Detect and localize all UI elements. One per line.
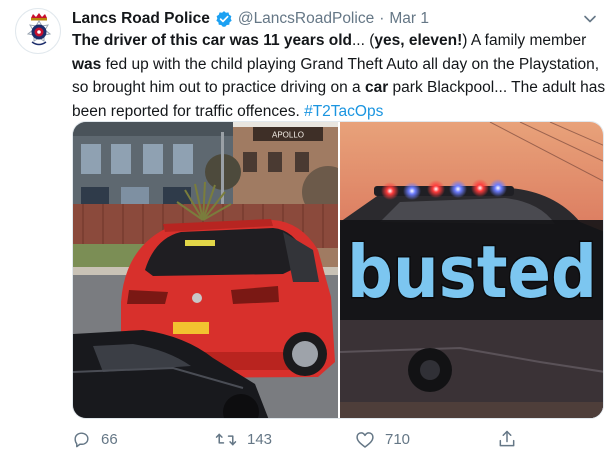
tweet-header: Lancs Road Police @LancsRoadPolice · Mar… xyxy=(72,9,429,29)
reply-count: 66 xyxy=(101,430,118,448)
avatar[interactable] xyxy=(15,8,61,54)
busted-graphic-icon: busted xyxy=(340,122,603,418)
tweet-text: The driver of this car was 11 years old.… xyxy=(72,29,607,123)
red-car-photo-icon: APOLLO xyxy=(73,122,338,418)
text-bold-intro: The driver of this car was 11 years old xyxy=(72,32,352,49)
retweet-button[interactable]: 143 xyxy=(215,428,272,450)
tweet-date[interactable]: Mar 1 xyxy=(389,9,429,29)
photo-busted[interactable]: busted xyxy=(340,122,603,418)
like-button[interactable]: 710 xyxy=(355,428,410,450)
text-after-yes: ) A family member xyxy=(462,32,587,49)
action-bar: 66 143 710 xyxy=(72,428,607,450)
busted-overlay-text: busted xyxy=(347,230,597,314)
text-bold-car: car xyxy=(364,79,389,96)
police-crest-icon xyxy=(26,13,52,46)
reply-button[interactable]: 66 xyxy=(72,428,118,450)
photo-red-car[interactable]: APOLLO xyxy=(73,122,338,418)
reply-icon xyxy=(74,431,89,447)
retweet-count: 143 xyxy=(247,430,273,448)
chevron-down-icon[interactable] xyxy=(582,11,598,27)
heart-icon xyxy=(356,431,374,448)
separator-dot: · xyxy=(379,10,385,27)
verified-badge-icon xyxy=(216,11,232,27)
building-sign: APOLLO xyxy=(272,131,304,140)
text-bold-yes: yes, eleven! xyxy=(374,32,463,49)
media-grid: APOLLO busted xyxy=(72,121,604,419)
share-button[interactable] xyxy=(497,428,527,450)
like-count: 710 xyxy=(385,430,411,448)
user-handle[interactable]: @LancsRoadPolice xyxy=(238,9,374,29)
hashtag-link[interactable]: #T2TacOps xyxy=(304,103,383,120)
retweet-icon xyxy=(215,433,237,445)
display-name[interactable]: Lancs Road Police xyxy=(72,9,210,29)
text-ellipsis: ... ( xyxy=(351,32,375,49)
text-bold-was: was xyxy=(72,55,102,73)
share-icon xyxy=(499,430,515,447)
